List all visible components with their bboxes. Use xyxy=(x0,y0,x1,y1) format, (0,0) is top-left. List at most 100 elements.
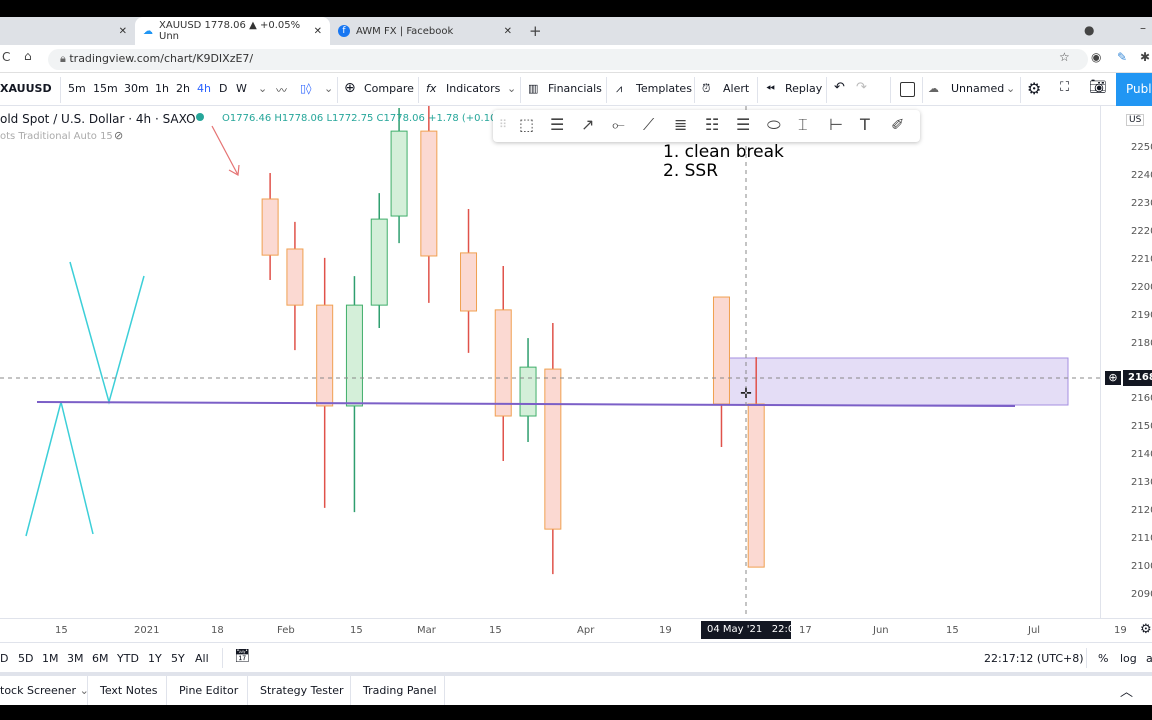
arrow-tool-icon[interactable]: ↗ xyxy=(581,115,594,134)
tab-stock-screener[interactable]: tock Screener ⌄ xyxy=(0,684,89,697)
interval-dropdown-icon[interactable]: ⌄ xyxy=(258,82,267,95)
candle[interactable] xyxy=(494,266,512,461)
alert-button[interactable]: Alert xyxy=(723,82,749,95)
axis-settings-gear-icon[interactable]: ⚙ xyxy=(1140,622,1152,637)
undo-icon[interactable]: ↶ xyxy=(834,80,845,95)
fullscreen-icon[interactable]: ⛶ xyxy=(1060,80,1069,95)
candle[interactable] xyxy=(316,257,334,508)
indicators-dropdown-icon[interactable]: ⌄ xyxy=(507,82,516,95)
clock-display[interactable]: 22:17:12 (UTC+8) xyxy=(984,652,1084,665)
currency-label[interactable]: US xyxy=(1126,114,1145,126)
line-chart-icon[interactable]: 〰 xyxy=(276,82,287,98)
trend-line-icon[interactable]: ⟋ xyxy=(643,115,654,135)
browser-tab[interactable]: ✕ xyxy=(0,17,135,45)
profile-icon[interactable]: ● xyxy=(1084,23,1094,37)
percent-scale-toggle[interactable]: % xyxy=(1098,652,1108,665)
rectangle-tool-icon[interactable]: ⬚ xyxy=(519,115,534,134)
browser-tab-active[interactable]: ☁ XAUUSD 1778.06 ▲ +0.05% Unn ✕ xyxy=(135,17,330,45)
auto-scale-toggle[interactable]: a xyxy=(1146,652,1152,665)
candle[interactable] xyxy=(420,106,438,303)
range-button-3m[interactable]: 3M xyxy=(67,652,84,665)
candle[interactable] xyxy=(261,173,279,280)
add-alert-plus-icon[interactable]: ⊕ xyxy=(1105,371,1121,385)
candle[interactable] xyxy=(286,221,304,351)
range-button-1y[interactable]: 1Y xyxy=(148,652,162,665)
compare-button[interactable]: Compare xyxy=(364,82,414,95)
range-button-5y[interactable]: 5Y xyxy=(171,652,185,665)
candles-icon[interactable]: ▯◊ xyxy=(300,82,312,95)
extension-pen-icon[interactable]: ✎ xyxy=(1117,50,1127,64)
interval-1h[interactable]: 1h xyxy=(155,82,169,95)
home-icon[interactable]: ⌂ xyxy=(24,49,32,63)
replay-button[interactable]: Replay xyxy=(785,82,822,95)
close-tab-icon[interactable]: ✕ xyxy=(119,26,127,37)
new-tab-button[interactable]: + xyxy=(529,22,542,40)
templates-button[interactable]: Templates xyxy=(636,82,692,95)
fib-extension-icon[interactable]: ☷ xyxy=(705,115,719,134)
compare-plus-icon[interactable]: ⊕ xyxy=(344,80,356,96)
candle[interactable] xyxy=(370,193,388,329)
text-tool-icon[interactable]: T xyxy=(860,115,870,134)
candle[interactable] xyxy=(712,296,730,448)
go-to-date-calendar-icon[interactable]: 📅︎ xyxy=(234,649,251,664)
range-button-6m[interactable]: 6M xyxy=(92,652,109,665)
interval-5m[interactable]: 5m xyxy=(68,82,86,95)
date-range-icon[interactable]: ⊢ xyxy=(829,115,843,134)
extensions-puzzle-icon[interactable]: ✱ xyxy=(1140,50,1150,64)
tab-pine-editor[interactable]: Pine Editor xyxy=(179,684,238,697)
interval-4h[interactable]: 4h xyxy=(197,82,211,95)
reload-icon[interactable]: C xyxy=(2,50,10,64)
layout-name-button[interactable]: Unnamed xyxy=(951,82,1004,95)
symbol-search[interactable]: XAUUSD xyxy=(0,82,52,95)
price-range-icon[interactable]: ⌶ xyxy=(798,115,808,135)
interval-30m[interactable]: 30m xyxy=(124,82,149,95)
minimize-icon[interactable]: – xyxy=(1140,21,1146,35)
candle[interactable] xyxy=(544,323,562,575)
price-axis[interactable]: US 2250 2240 2230 2220 2210 2200 2190 2180 2160 2… xyxy=(1100,106,1152,618)
parallel-channel-icon[interactable]: ☰ xyxy=(550,115,564,134)
indicators-button[interactable]: Indicators xyxy=(446,82,500,95)
range-button-1m[interactable]: 1M xyxy=(42,652,59,665)
pitchfork-icon[interactable]: ☰ xyxy=(736,115,750,134)
text-annotation[interactable]: 1. clean break 2. SSR xyxy=(663,143,784,181)
interval-2h[interactable]: 2h xyxy=(176,82,190,95)
drag-handle-icon[interactable]: ⠿ xyxy=(499,118,507,131)
browser-tab[interactable]: f AWM FX | Facebook ✕ xyxy=(330,17,520,45)
tab-text-notes[interactable]: Text Notes xyxy=(100,684,158,697)
range-button-5d[interactable]: 5D xyxy=(18,652,33,665)
horizontal-ray-icon[interactable]: ⟜ xyxy=(612,115,625,135)
interval-W[interactable]: W xyxy=(236,82,247,95)
range-button-d[interactable]: D xyxy=(0,652,8,665)
extension-icon[interactable]: ◉ xyxy=(1091,50,1101,64)
layout-dropdown-icon[interactable]: ⌄ xyxy=(1006,82,1015,95)
bookmark-star-icon[interactable]: ☆ xyxy=(1059,50,1070,64)
publish-button[interactable]: Publi xyxy=(1116,73,1152,106)
financials-button[interactable]: Financials xyxy=(548,82,602,95)
ellipse-tool-icon[interactable]: ⬭ xyxy=(767,115,781,135)
tab-strategy-tester[interactable]: Strategy Tester xyxy=(260,684,344,697)
close-tab-icon[interactable]: ✕ xyxy=(504,26,512,37)
log-scale-toggle[interactable]: log xyxy=(1120,652,1137,665)
range-button-ytd[interactable]: YTD xyxy=(117,652,139,665)
brush-tool-icon[interactable]: ✐ xyxy=(891,115,904,134)
chart-canvas[interactable]: ✛ xyxy=(0,106,1100,618)
candle[interactable] xyxy=(460,209,478,353)
candle[interactable] xyxy=(519,338,537,442)
url-input[interactable]: 🔒︎ tradingview.com/chart/K9DIXzE7/ xyxy=(48,49,1088,70)
interval-D[interactable]: D xyxy=(219,82,227,95)
redo-icon[interactable]: ↷ xyxy=(856,80,867,95)
settings-gear-icon[interactable]: ⚙ xyxy=(1027,79,1041,98)
chart-type-dropdown-icon[interactable]: ⌄ xyxy=(324,82,333,95)
layout-square-icon[interactable] xyxy=(900,82,915,97)
time-axis[interactable]: 15 2021 18 Feb 15 Mar 15 Apr 19 17 Jun 15 Jul 19 04 M… xyxy=(0,618,1152,642)
chart-pane[interactable]: ✛ old Spot / U.S. Dollar · 4h · SAXO O17… xyxy=(0,106,1100,618)
tab-trading-panel[interactable]: Trading Panel xyxy=(363,684,437,697)
fib-retracement-icon[interactable]: ≣ xyxy=(674,115,687,134)
hidden-eye-icon[interactable]: ⊘ xyxy=(114,129,123,142)
candle[interactable] xyxy=(345,276,363,513)
camera-icon[interactable]: 📷︎ xyxy=(1089,79,1107,95)
candle[interactable] xyxy=(390,107,408,244)
range-button-all[interactable]: All xyxy=(195,652,209,665)
collapse-panel-chevron-up-icon[interactable]: ︿ xyxy=(1120,681,1133,700)
close-tab-icon[interactable]: ✕ xyxy=(314,26,322,37)
